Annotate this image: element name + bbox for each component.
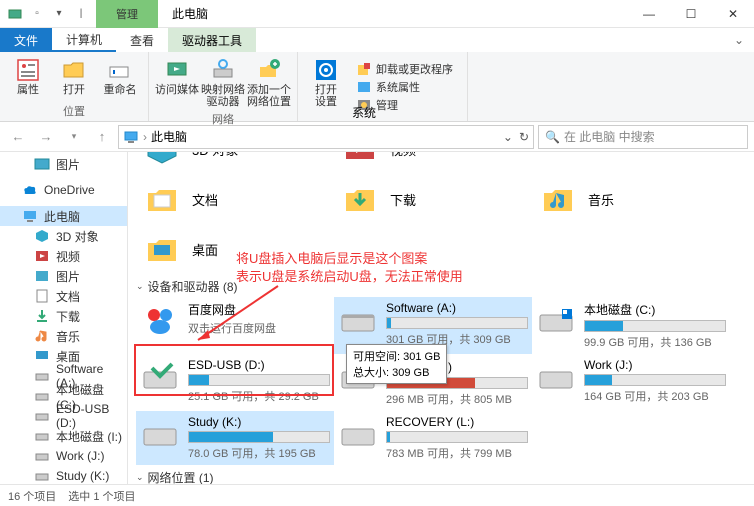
window-title: 此电脑: [172, 5, 208, 22]
properties-button[interactable]: 属性: [6, 54, 50, 102]
tab-view[interactable]: 查看: [116, 28, 168, 52]
folder-downloads[interactable]: 下载: [334, 174, 532, 224]
status-item-count: 16 个项目: [8, 488, 56, 504]
address-bar[interactable]: › 此电脑 ⌄ ↻: [118, 125, 534, 149]
window-controls: — ☐ ✕: [628, 0, 754, 28]
system-properties-button[interactable]: 系统属性: [356, 79, 453, 95]
access-media-button[interactable]: 访问媒体: [155, 54, 199, 110]
history-dropdown[interactable]: ▾: [62, 125, 86, 149]
folder-music[interactable]: 音乐: [532, 174, 730, 224]
drive-recovery-l[interactable]: RECOVERY (L:)783 MB 可用，共 799 MB: [334, 411, 532, 465]
add-network-button[interactable]: 添加一个 网络位置: [247, 54, 291, 110]
close-button[interactable]: ✕: [712, 0, 754, 28]
tab-drive-tools[interactable]: 驱动器工具: [168, 28, 256, 52]
address-dropdown[interactable]: ⌄: [503, 130, 513, 144]
map-drive-button[interactable]: 映射网络 驱动器: [201, 54, 245, 110]
qat-dropdown[interactable]: ▾: [50, 5, 68, 23]
sidebar-item-work-j[interactable]: Work (J:): [0, 446, 127, 466]
forward-button[interactable]: →: [34, 125, 58, 149]
search-placeholder: 在 此电脑 中搜索: [564, 128, 655, 145]
up-button[interactable]: ↑: [90, 125, 114, 149]
group-label-location: 位置: [6, 102, 142, 119]
rename-button[interactable]: 重命名: [98, 54, 142, 102]
tab-computer[interactable]: 计算机: [52, 28, 116, 52]
annotation-arrow: [188, 280, 288, 350]
contextual-tab-manage[interactable]: 管理: [96, 0, 158, 28]
ribbon: 属性 打开 重命名 位置 访问媒体 映射网络 驱动器 添加一个 网络位置 网络 …: [0, 52, 754, 122]
ribbon-collapse-button[interactable]: ⌄: [724, 28, 754, 52]
breadcrumb-thispc[interactable]: 此电脑: [151, 128, 187, 145]
sidebar-item-onedrive[interactable]: OneDrive: [0, 180, 127, 200]
back-button[interactable]: ←: [6, 125, 30, 149]
search-icon: 🔍: [545, 130, 560, 144]
ribbon-tabs: 文件 计算机 查看 驱动器工具 ⌄: [0, 28, 754, 52]
address-bar-row: ← → ▾ ↑ › 此电脑 ⌄ ↻ 🔍 在 此电脑 中搜索: [0, 122, 754, 152]
annotation-highlight: [134, 344, 334, 396]
content-pane: 3D 对象 视频 文档 下载 音乐 桌面 ⌄设备和驱动器 (8) 百度网盘双击运…: [128, 152, 754, 484]
folder-videos[interactable]: 视频: [334, 152, 532, 174]
section-netloc[interactable]: ⌄网络位置 (1): [136, 469, 746, 484]
sidebar-item-downloads[interactable]: 下载: [0, 306, 127, 326]
folder-3dobjects[interactable]: 3D 对象: [136, 152, 334, 174]
refresh-button[interactable]: ↻: [519, 130, 529, 144]
ribbon-group-location: 属性 打开 重命名 位置: [0, 52, 149, 121]
group-label-system: 系统: [352, 104, 376, 121]
sidebar-item-esd-d[interactable]: ESD-USB (D:): [0, 406, 127, 426]
drive-local-c[interactable]: 本地磁盘 (C:)99.9 GB 可用，共 136 GB: [532, 297, 730, 354]
system-menu-icon[interactable]: [6, 5, 24, 23]
maximize-button[interactable]: ☐: [670, 0, 712, 28]
sidebar-item-local-i[interactable]: 本地磁盘 (I:): [0, 426, 127, 446]
ribbon-group-network: 访问媒体 映射网络 驱动器 添加一个 网络位置 网络: [149, 52, 298, 121]
nav-sidebar: 图片 OneDrive 此电脑 3D 对象 视频 图片 文档 下载 音乐 桌面 …: [0, 152, 128, 484]
folder-pictures[interactable]: [532, 152, 730, 174]
status-selected: 选中 1 个项目: [68, 488, 135, 504]
status-bar: 16 个项目 选中 1 个项目: [0, 484, 754, 506]
sidebar-item-thispc[interactable]: 此电脑: [0, 206, 127, 226]
folder-documents[interactable]: 文档: [136, 174, 334, 224]
quick-access-toolbar: ▫ ▾ |: [0, 5, 96, 23]
sidebar-item-documents[interactable]: 文档: [0, 286, 127, 306]
open-settings-button[interactable]: 打开 设置: [304, 54, 348, 119]
sidebar-item-pictures[interactable]: 图片: [0, 154, 127, 174]
qat-sep: |: [72, 5, 90, 23]
sidebar-item-pictures2[interactable]: 图片: [0, 266, 127, 286]
search-box[interactable]: 🔍 在 此电脑 中搜索: [538, 125, 748, 149]
ribbon-group-system: 打开 设置 卸载或更改程序 系统属性 管理: [298, 52, 468, 121]
thispc-icon: [123, 129, 139, 145]
qat-btn-1[interactable]: ▫: [28, 5, 46, 23]
open-button[interactable]: 打开: [52, 54, 96, 102]
sidebar-item-3dobjects[interactable]: 3D 对象: [0, 226, 127, 246]
sidebar-item-videos[interactable]: 视频: [0, 246, 127, 266]
sidebar-item-music[interactable]: 音乐: [0, 326, 127, 346]
titlebar: ▫ ▾ | 管理 此电脑 — ☐ ✕: [0, 0, 754, 28]
minimize-button[interactable]: —: [628, 0, 670, 28]
drive-work-j[interactable]: Work (J:)164 GB 可用，共 203 GB: [532, 354, 730, 411]
main-area: 图片 OneDrive 此电脑 3D 对象 视频 图片 文档 下载 音乐 桌面 …: [0, 152, 754, 484]
uninstall-button[interactable]: 卸载或更改程序: [356, 61, 453, 77]
drive-study-k[interactable]: Study (K:)78.0 GB 可用，共 195 GB: [136, 411, 334, 465]
tab-file[interactable]: 文件: [0, 28, 52, 52]
tooltip-software-a: 可用空间: 301 GB总大小: 309 GB: [346, 344, 447, 384]
